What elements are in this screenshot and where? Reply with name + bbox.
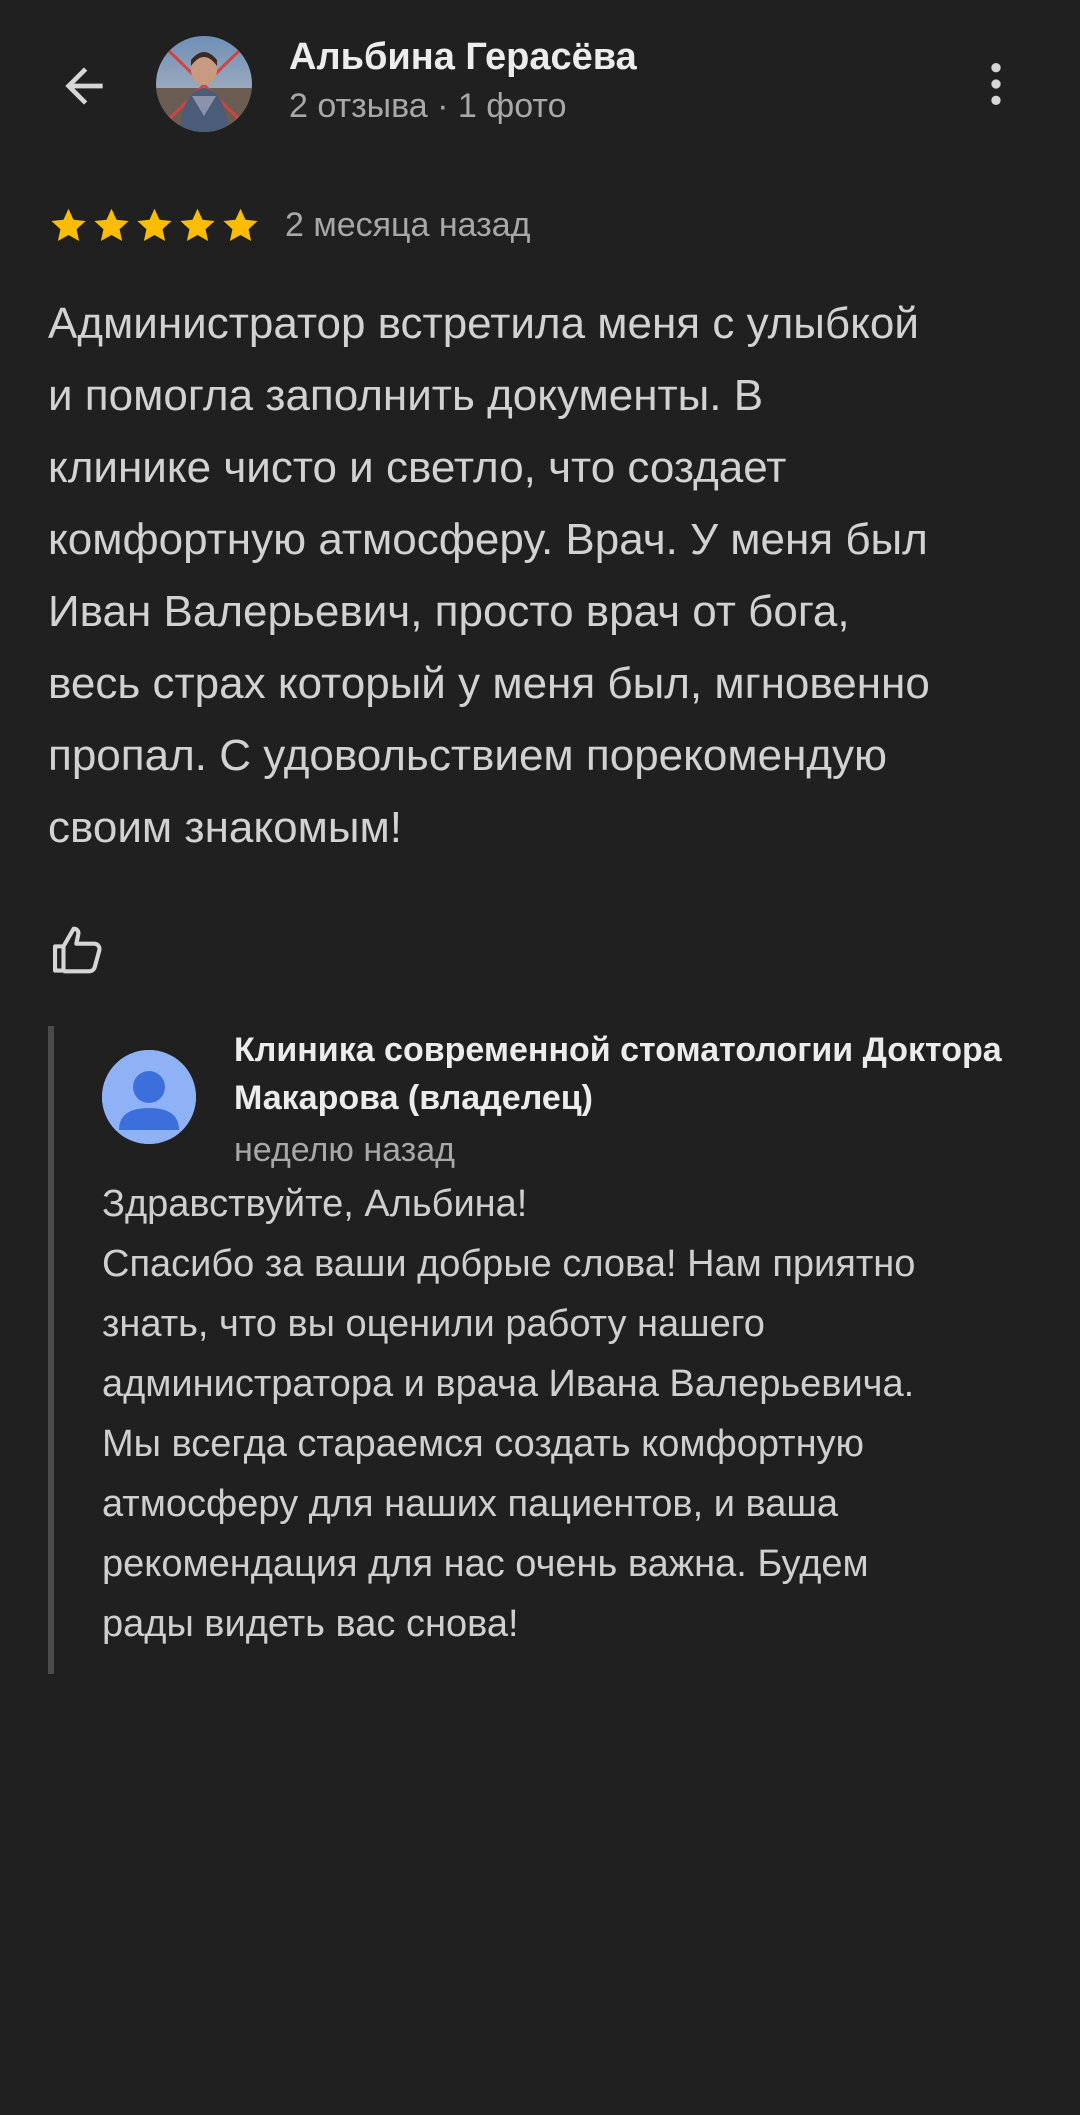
back-button[interactable]: [48, 50, 120, 122]
owner-avatar: [102, 1050, 196, 1144]
star-icon: [137, 208, 172, 241]
star-icon: [51, 208, 86, 241]
star-icon: [180, 208, 215, 241]
reply-indent-bar: [48, 1026, 54, 1674]
review-text: Администратор встретила меня с улыбкой и…: [48, 299, 930, 852]
rating-row: 2 месяца назад: [48, 200, 531, 250]
owner-name: Клиника современной стоматологии Доктора…: [234, 1031, 1002, 1117]
more-options-button[interactable]: [960, 48, 1032, 120]
owner-reply-text: Здравствуйте, Альбина! Спасибо за ваши д…: [102, 1183, 916, 1645]
more-vert-icon: [991, 63, 1001, 105]
star-icon: [94, 208, 129, 241]
star-rating: [48, 205, 261, 246]
top-bar: Альбина Герасёва 2 отзыва · 1 фото: [0, 0, 1080, 170]
author-avatar[interactable]: [156, 36, 252, 132]
arrow-back-icon: [65, 67, 103, 105]
thumb-up-outline-icon: [52, 926, 102, 974]
owner-reply: Клиника современной стоматологии Доктора…: [48, 1026, 1048, 1674]
author-name[interactable]: Альбина Герасёва: [289, 36, 637, 79]
person-icon: [102, 1050, 196, 1144]
like-button[interactable]: [48, 920, 108, 980]
owner-reply-date: неделю назад: [234, 1131, 455, 1169]
author-photo: [156, 36, 252, 132]
review-date: 2 месяца назад: [285, 205, 531, 244]
author-meta: 2 отзыва · 1 фото: [289, 87, 567, 125]
star-icon: [223, 208, 258, 241]
